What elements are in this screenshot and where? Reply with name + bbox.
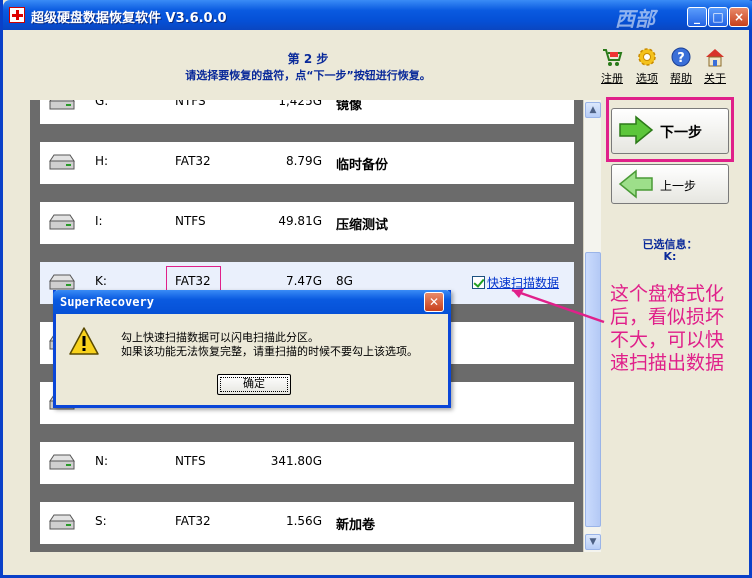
annotation-note: 这个盘格式化后，看似损坏不大，可以快速扫描出数据 — [610, 283, 725, 374]
window-title: 超级硬盘数据恢复软件 V3.6.0.0 — [31, 11, 227, 26]
hard-disk-icon — [49, 100, 75, 110]
register-button[interactable]: 注册 — [597, 46, 627, 86]
drive-list-scrollbar[interactable]: ▲ ▼ — [583, 100, 601, 552]
scroll-up-button[interactable]: ▲ — [585, 102, 601, 118]
dialog-title: SuperRecovery — [60, 295, 154, 309]
quick-scan-option[interactable]: 快速扫描数据 — [472, 274, 559, 291]
options-label: 选项 — [636, 72, 658, 85]
home-icon — [706, 49, 724, 67]
scroll-down-button[interactable]: ▼ — [585, 534, 601, 550]
drive-label: 8G — [336, 274, 353, 288]
drive-filesystem: NTFS — [175, 454, 206, 468]
warning-icon — [69, 327, 99, 355]
ok-button[interactable]: 确定 — [217, 374, 291, 395]
previous-step-label: 上一步 — [660, 179, 697, 193]
step-description: 请选择要恢复的盘符，点“下一步”按钮进行恢复。 — [185, 69, 431, 82]
drive-label: 新加卷 — [336, 518, 376, 533]
drive-letter: K: — [95, 274, 107, 288]
about-label: 关于 — [704, 72, 726, 85]
step-title: 第 2 步 — [287, 52, 329, 66]
hard-disk-icon — [49, 514, 75, 530]
drive-size: 8.79G — [285, 154, 322, 168]
drive-row[interactable]: I: NTFS 49.81G 压缩测试 — [40, 202, 574, 244]
message-dialog: SuperRecovery ✕ 勾上快速扫描数据可以闪电扫描此分区。 如果该功能… — [53, 290, 451, 408]
drive-label: 临时备份 — [336, 158, 389, 173]
drive-size: 49.81G — [278, 214, 322, 228]
drive-row[interactable]: G: NTFS 1,425G 镜像 — [40, 100, 574, 124]
arrow-left-icon — [618, 169, 653, 199]
arrow-right-icon — [619, 115, 654, 145]
cart-icon — [603, 49, 623, 66]
drive-row[interactable]: N: NTFS 341.80G — [40, 442, 574, 484]
dialog-message-line2: 如果该功能无法恢复完整，请重扫描的时候不要勾上该选项。 — [121, 345, 418, 358]
help-button[interactable]: ? 帮助 — [666, 46, 696, 86]
drive-filesystem: FAT32 — [175, 514, 211, 528]
hard-disk-icon — [49, 454, 75, 470]
drive-letter: I: — [95, 214, 103, 228]
drive-filesystem: NTFS — [175, 214, 206, 228]
scroll-thumb[interactable] — [585, 252, 601, 527]
register-label: 注册 — [601, 72, 623, 85]
drive-size: 341.80G — [270, 454, 322, 468]
drive-label: 镜像 — [336, 100, 363, 113]
previous-step-button[interactable]: 上一步 — [611, 164, 729, 204]
drive-letter: N: — [95, 454, 109, 468]
minimize-button[interactable]: _ — [687, 7, 707, 27]
help-icon: ? — [671, 47, 691, 67]
hard-disk-icon — [49, 214, 75, 230]
drive-row[interactable]: H: FAT32 8.79G 临时备份 — [40, 142, 574, 184]
drive-filesystem: FAT32 — [175, 154, 211, 168]
close-button[interactable]: × — [729, 7, 749, 27]
hard-disk-icon — [49, 274, 75, 290]
dialog-title-bar[interactable]: SuperRecovery ✕ — [53, 290, 451, 314]
gear-icon — [638, 48, 656, 66]
drive-size: 1.56G — [285, 514, 322, 528]
drive-filesystem: NTFS — [175, 100, 206, 108]
about-button[interactable]: 关于 — [700, 46, 730, 86]
maximize-button[interactable]: □ — [708, 7, 728, 27]
watermark-logo: 西部 — [615, 7, 655, 31]
drive-letter: H: — [95, 154, 109, 168]
hard-disk-icon — [49, 154, 75, 170]
app-icon — [9, 7, 25, 23]
dialog-close-button[interactable]: ✕ — [424, 292, 444, 312]
next-step-button[interactable]: 下一步 — [611, 108, 729, 154]
drive-letter: G: — [95, 100, 109, 108]
next-step-label: 下一步 — [660, 125, 702, 141]
drive-label: 压缩测试 — [336, 218, 389, 233]
svg-text:?: ? — [677, 51, 685, 66]
options-button[interactable]: 选项 — [632, 46, 662, 86]
drive-size: 7.47G — [285, 274, 322, 288]
drive-row[interactable]: S: FAT32 1.56G 新加卷 — [40, 502, 574, 544]
drive-letter: S: — [95, 514, 107, 528]
quick-scan-checkbox[interactable] — [472, 276, 485, 289]
title-bar[interactable]: 超级硬盘数据恢复软件 V3.6.0.0 西部 _ □ × — [3, 0, 752, 31]
help-label: 帮助 — [670, 72, 692, 85]
drive-size: 1,425G — [278, 100, 322, 108]
selected-info-value: K: — [663, 250, 677, 263]
quick-scan-link[interactable]: 快速扫描数据 — [487, 276, 559, 290]
